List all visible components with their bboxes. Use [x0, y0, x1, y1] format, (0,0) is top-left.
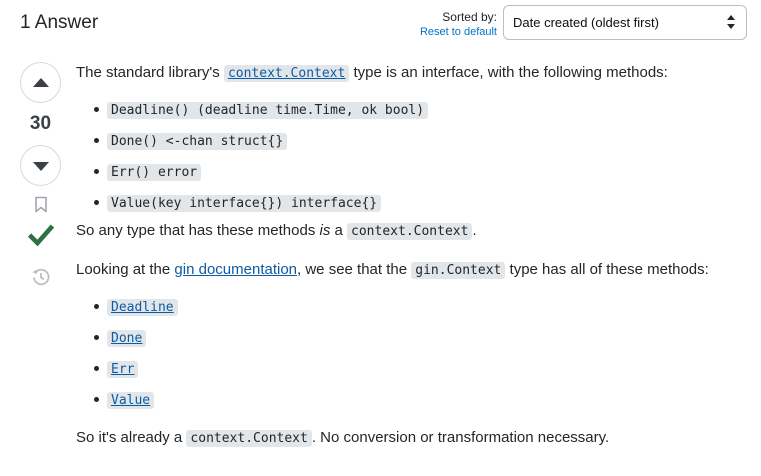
p2-text-middle: a [330, 222, 348, 239]
method-code: Err() error [107, 164, 202, 181]
method-code: Done [107, 330, 147, 347]
list-item: Err [94, 353, 736, 384]
p3-text-middle: , we see that the [297, 261, 412, 278]
p3-text-start: Looking at the [76, 261, 175, 278]
checkmark-icon [27, 224, 54, 247]
answer-body: The standard library's context.Context t… [76, 62, 736, 448]
sort-controls: Sorted by: Reset to default [420, 10, 497, 40]
sort-selected-value: Date created (oldest first) [513, 15, 659, 30]
vote-cell: 30 [20, 62, 61, 286]
p2-text-start: So any type that has these methods [76, 222, 320, 239]
gin-err-link[interactable]: Err [107, 360, 139, 378]
inline-code: context.Context [347, 223, 473, 240]
p4-text-end: . No conversion or transformation necess… [311, 429, 610, 446]
method-code: Done() <-chan struct{} [107, 133, 288, 150]
answer-paragraph-2: So any type that has these methods is a … [76, 220, 736, 241]
gin-value-link[interactable]: Value [107, 391, 155, 409]
arrow-down-icon [33, 162, 49, 171]
gin-methods-list: Deadline Done Err Value [76, 291, 736, 415]
answer-paragraph-1: The standard library's context.Context t… [76, 62, 736, 83]
sort-select[interactable]: Date created (oldest first) [503, 5, 747, 40]
bookmark-button[interactable] [20, 196, 61, 218]
method-code: Value(key interface{}) interface{} [107, 195, 382, 212]
method-code: Deadline [107, 299, 178, 316]
list-item: Value(key interface{}) interface{} [94, 187, 736, 218]
p2-emphasis: is [319, 222, 331, 239]
inline-code: context.Context [186, 430, 312, 447]
list-item: Done() <-chan struct{} [94, 125, 736, 156]
answer-paragraph-4: So it's already a context.Context. No co… [76, 427, 736, 448]
reset-to-default-link[interactable]: Reset to default [420, 25, 497, 40]
vote-count: 30 [29, 113, 52, 134]
context-context-doc-link[interactable]: context.Context [223, 64, 350, 82]
gin-deadline-link[interactable]: Deadline [107, 298, 178, 316]
sorted-by-label: Sorted by: [442, 10, 497, 24]
upvote-button[interactable] [20, 62, 61, 103]
arrow-up-icon [33, 78, 49, 87]
inline-code: context.Context [223, 65, 350, 82]
interface-methods-list: Deadline() (deadline time.Time, ok bool)… [76, 94, 736, 218]
list-item: Deadline() (deadline time.Time, ok bool) [94, 94, 736, 125]
accepted-answer-check [20, 222, 61, 251]
answers-count: 1 Answer [20, 12, 99, 33]
history-icon [32, 268, 49, 286]
list-item: Deadline [94, 291, 736, 322]
p4-text-start: So it's already a [76, 429, 187, 446]
answer-paragraph-3: Looking at the gin documentation, we see… [76, 259, 736, 280]
list-item: Value [94, 384, 736, 415]
gin-documentation-link[interactable]: gin documentation [174, 261, 297, 278]
method-code: Deadline() (deadline time.Time, ok bool) [107, 102, 429, 119]
p1-text-start: The standard library's [76, 64, 224, 81]
downvote-button[interactable] [20, 145, 61, 186]
method-code: Value [107, 392, 155, 409]
list-item: Done [94, 322, 736, 353]
timeline-button[interactable] [20, 267, 61, 292]
select-arrows-icon [727, 15, 735, 29]
list-item: Err() error [94, 156, 736, 187]
inline-code: gin.Context [411, 262, 506, 279]
gin-done-link[interactable]: Done [107, 329, 147, 347]
method-code: Err [107, 361, 139, 378]
p1-text-end: type is an interface, with the following… [349, 64, 668, 81]
p2-text-end: . [472, 222, 477, 239]
bookmark-icon [34, 196, 47, 213]
answers-header: 1 Answer Sorted by: Reset to default Dat… [20, 5, 747, 40]
p3-text-end: type has all of these methods: [505, 261, 709, 278]
